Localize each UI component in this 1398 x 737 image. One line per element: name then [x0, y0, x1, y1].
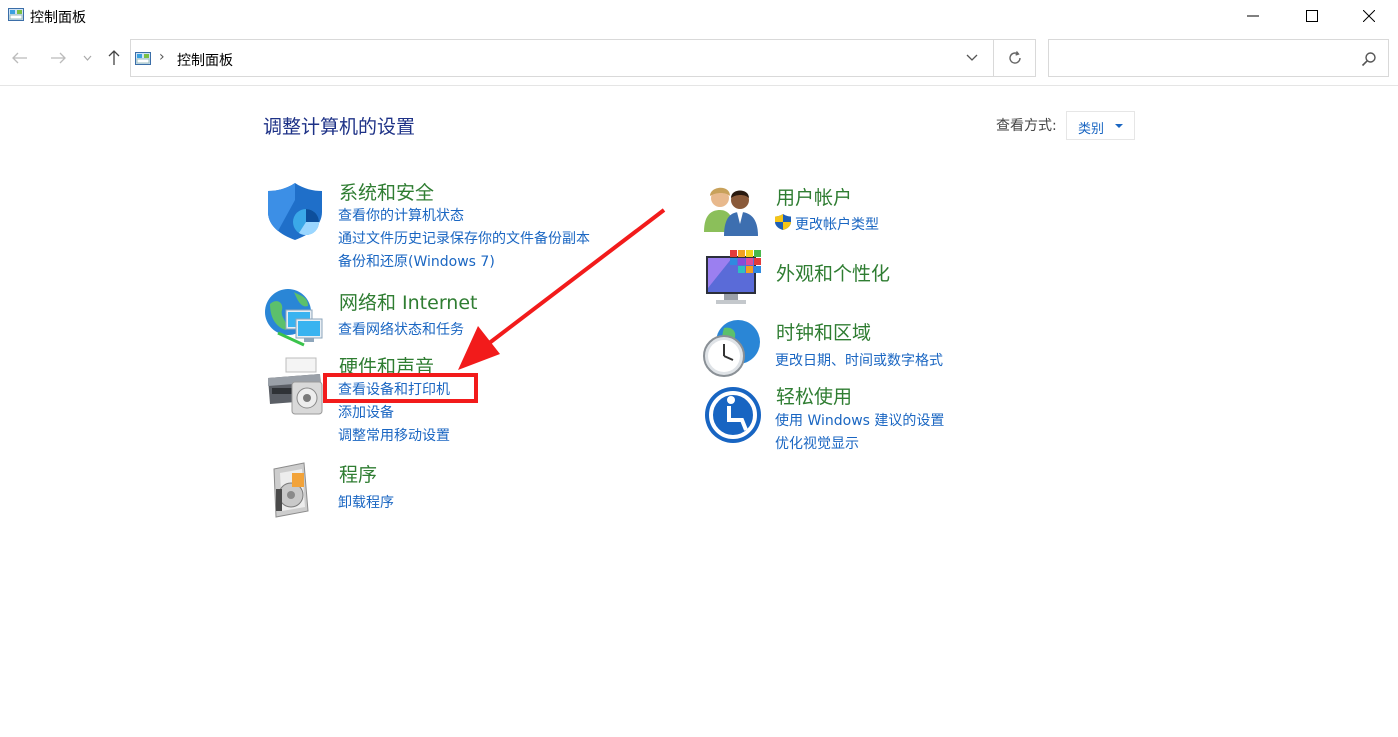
breadcrumb-separator-icon[interactable]: ›	[159, 49, 165, 65]
network-globe-icon[interactable]	[264, 286, 326, 348]
control-panel-icon	[8, 8, 24, 21]
category-heading[interactable]: 程序	[339, 460, 377, 487]
minimize-icon	[1247, 15, 1259, 17]
refresh-button[interactable]	[994, 39, 1036, 77]
category-link[interactable]: 优化视觉显示	[775, 433, 859, 453]
category-heading[interactable]: 时钟和区域	[776, 318, 871, 345]
view-by-label: 查看方式:	[996, 118, 1057, 134]
control-panel-icon	[135, 52, 151, 65]
category-link[interactable]: 卸载程序	[338, 492, 394, 512]
maximize-icon	[1306, 10, 1318, 22]
shield-icon[interactable]	[264, 180, 326, 242]
category-heading[interactable]: 外观和个性化	[776, 259, 890, 286]
category-link[interactable]: 使用 Windows 建议的设置	[775, 410, 944, 430]
navigation-bar: › 控制面板	[0, 32, 1398, 86]
annotation-arrow	[458, 208, 666, 370]
close-button[interactable]	[1340, 0, 1398, 32]
category-heading[interactable]: 用户帐户	[776, 183, 852, 210]
category-link[interactable]: 更改日期、时间或数字格式	[775, 350, 943, 370]
search-box[interactable]	[1048, 39, 1389, 77]
arrow-up-icon	[108, 50, 120, 65]
category-link[interactable]: 查看你的计算机状态	[338, 205, 464, 225]
category-heading[interactable]: 系统和安全	[339, 178, 434, 205]
display-palette-icon[interactable]	[702, 248, 764, 310]
view-by-dropdown[interactable]: 类别	[1066, 111, 1135, 140]
arrow-right-icon	[51, 52, 66, 64]
minimize-button[interactable]	[1224, 0, 1282, 32]
ease-of-access-icon[interactable]	[702, 384, 764, 446]
category-heading[interactable]: 轻松使用	[776, 382, 852, 409]
page-title: 调整计算机的设置	[263, 116, 416, 138]
users-icon[interactable]	[702, 180, 764, 242]
uac-shield-icon	[775, 214, 791, 230]
chevron-down-icon	[966, 54, 978, 61]
category-heading[interactable]: 网络和 Internet	[339, 288, 477, 315]
address-dropdown-button[interactable]	[951, 40, 993, 76]
breadcrumb-item[interactable]: 控制面板	[177, 50, 233, 70]
title-bar: 控制面板	[0, 0, 1398, 32]
category-link[interactable]: 调整常用移动设置	[338, 425, 450, 445]
category-link[interactable]: 通过文件历史记录保存你的文件备份副本	[338, 228, 590, 248]
arrow-left-icon	[12, 52, 27, 64]
address-bar[interactable]: › 控制面板	[130, 39, 994, 77]
recent-locations-button[interactable]	[78, 46, 96, 70]
forward-button[interactable]	[46, 46, 70, 70]
clock-globe-icon[interactable]	[702, 318, 764, 380]
search-icon[interactable]	[1360, 50, 1378, 68]
search-input[interactable]	[1055, 48, 1345, 68]
highlight-box	[323, 373, 478, 403]
refresh-icon	[1008, 51, 1021, 64]
caret-down-icon	[1115, 124, 1123, 128]
programs-disc-icon[interactable]	[264, 459, 326, 521]
window-title: 控制面板	[30, 10, 86, 26]
close-icon	[1363, 10, 1375, 22]
printer-icon[interactable]	[264, 356, 326, 418]
view-by-value: 类别	[1078, 122, 1105, 137]
category-link[interactable]: 备份和还原(Windows 7)	[338, 251, 495, 271]
category-link[interactable]: 添加设备	[338, 402, 394, 422]
chevron-down-icon	[83, 55, 91, 61]
category-link[interactable]: 查看网络状态和任务	[338, 319, 464, 339]
up-button[interactable]	[102, 46, 126, 70]
maximize-button[interactable]	[1283, 0, 1341, 32]
category-link[interactable]: 更改帐户类型	[795, 214, 879, 234]
back-button[interactable]	[8, 46, 32, 70]
